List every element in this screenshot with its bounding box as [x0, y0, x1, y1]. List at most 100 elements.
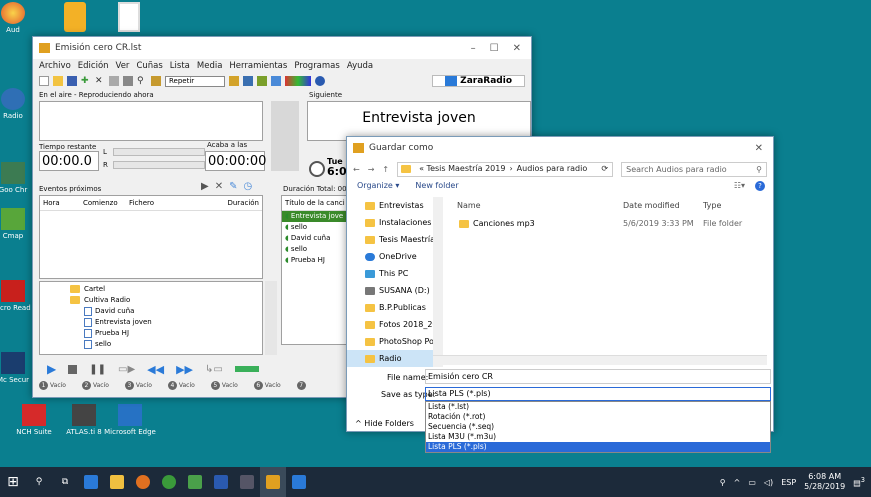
pause-icon[interactable]: ❚❚ — [89, 364, 106, 375]
taskbar-app[interactable] — [260, 467, 286, 497]
search-icon[interactable]: ⚲ — [137, 76, 147, 86]
stop-icon[interactable] — [68, 364, 78, 374]
file-row[interactable]: Canciones mp3 5/6/2019 3:33 PM File fold… — [459, 219, 767, 228]
playlist-item[interactable]: ◖ Entrevista jove — [282, 211, 350, 222]
jingle-slot[interactable]: 2 Vacío — [81, 381, 109, 390]
tool-icon[interactable] — [257, 76, 268, 86]
jingle-slot[interactable]: 6 Vacío — [253, 381, 281, 390]
dialog-close-button[interactable]: ✕ — [755, 143, 763, 154]
col-type[interactable]: Type — [703, 201, 721, 210]
nav-scrollbar[interactable] — [433, 197, 443, 367]
nav-item[interactable]: Fotos 2018_2019 — [347, 316, 443, 333]
menu-item[interactable]: Ayuda — [347, 61, 373, 71]
new-folder-button[interactable]: New folder — [415, 181, 458, 190]
rewind-icon[interactable]: ◀◀ — [147, 363, 164, 376]
playlist-item[interactable]: ◖ Prueba HJ — [282, 255, 350, 266]
taskbar-app[interactable] — [156, 467, 182, 497]
fade-icon[interactable] — [234, 366, 259, 372]
volume-icon[interactable]: ◁) — [764, 478, 773, 487]
breadcrumb[interactable]: « Tesis Maestría 2019 › Audios para radio… — [397, 161, 614, 177]
jingle-slot[interactable]: 7 — [296, 381, 308, 390]
playlist-item[interactable]: ◖ David cuña — [282, 233, 350, 244]
network-icon[interactable]: ▭ — [748, 478, 756, 487]
maximize-button[interactable]: ☐ — [490, 43, 499, 54]
desktop-icon-audio[interactable]: Aud — [0, 2, 38, 34]
tool-icon[interactable] — [271, 76, 282, 86]
horizontal-scrollbar[interactable] — [433, 355, 767, 365]
menu-item[interactable]: Archivo — [39, 61, 71, 71]
tree-item[interactable]: David cuña — [70, 306, 262, 317]
menu-item[interactable]: Lista — [170, 61, 190, 71]
minimize-button[interactable]: – — [471, 43, 476, 54]
back-icon[interactable]: ← — [353, 165, 360, 174]
save-type-option[interactable]: Rotación (*.rot) — [426, 412, 770, 422]
desktop-icon-edge[interactable]: Microsoft Edge — [100, 404, 160, 436]
clock[interactable]: 6:08 AM 5/28/2019 — [804, 472, 845, 492]
desktop-doc-icon[interactable] — [118, 2, 140, 32]
save-type-option[interactable]: Secuencia (*.seq) — [426, 422, 770, 432]
jingle-slot[interactable]: 1 Vacío — [39, 381, 66, 390]
tray-expand-icon[interactable]: ^ — [734, 478, 741, 487]
add-icon[interactable]: ✚ — [81, 76, 91, 86]
nav-item[interactable]: OneDrive — [347, 248, 443, 265]
edit-event-icon[interactable]: ✎ — [229, 181, 237, 192]
play-event-icon[interactable]: ▶ — [201, 181, 209, 192]
task-view-icon[interactable]: ⧉ — [52, 467, 78, 497]
playback-tools-icon[interactable] — [285, 76, 312, 86]
jingle-slot[interactable]: 4 Vacío — [167, 381, 195, 390]
nav-item[interactable]: B.P.Publicas — [347, 299, 443, 316]
delete-icon[interactable]: ✕ — [95, 76, 105, 86]
menu-item[interactable]: Ver — [116, 61, 130, 71]
tree-item[interactable]: Cartel — [70, 284, 262, 295]
taskbar-app[interactable] — [182, 467, 208, 497]
taskbar-app[interactable] — [234, 467, 260, 497]
tree-item[interactable]: Entrevista joven — [70, 317, 262, 328]
help-icon[interactable]: ? — [755, 181, 765, 191]
save-icon[interactable] — [67, 76, 77, 86]
save-type-select[interactable]: Lista PLS (*.pls) — [425, 387, 771, 401]
nav-item[interactable]: Instalaciones — [347, 214, 443, 231]
hide-folders-button[interactable]: ^ Hide Folders — [355, 419, 414, 428]
taskbar-app[interactable] — [104, 467, 130, 497]
col-fichero[interactable]: Fichero — [129, 199, 219, 207]
repeat-select[interactable]: Repetir — [165, 75, 226, 87]
taskbar-app[interactable] — [286, 467, 312, 497]
col-date-modified[interactable]: Date modified — [623, 201, 703, 210]
tree-item[interactable]: sello — [70, 339, 262, 350]
play-icon[interactable]: ▶ — [47, 362, 56, 376]
playlist-item[interactable]: ◖ sello — [282, 222, 350, 233]
save-type-option[interactable]: Lista (*.lst) — [426, 402, 770, 412]
forward-icon[interactable]: ▶▶ — [176, 363, 193, 376]
nav-item[interactable]: Radio — [347, 350, 443, 367]
playlist-header[interactable]: Título de la canci — [282, 196, 350, 211]
notification-icon[interactable]: ▤3 — [853, 476, 865, 488]
tool-icon[interactable] — [243, 76, 254, 86]
col-name[interactable]: Name — [457, 201, 623, 210]
file-name-input[interactable]: Emisión cero CR — [425, 369, 771, 384]
taskbar-app[interactable] — [78, 467, 104, 497]
save-type-option[interactable]: Lista M3U (*.m3u) — [426, 432, 770, 442]
col-duracion[interactable]: Duración — [219, 199, 259, 207]
jingle-slot[interactable]: 3 Vacío — [124, 381, 152, 390]
nav-item[interactable]: Entrevistas — [347, 197, 443, 214]
taskbar-app[interactable] — [208, 467, 234, 497]
menu-item[interactable]: Herramientas — [229, 61, 287, 71]
clock-event-icon[interactable]: ◷ — [243, 181, 252, 192]
col-comienzo[interactable]: Comienzo — [83, 199, 129, 207]
language-indicator[interactable]: ESP — [781, 478, 796, 487]
taskbar-app[interactable] — [130, 467, 156, 497]
menu-item[interactable]: Programas — [294, 61, 340, 71]
jingle-slot[interactable]: 5 Vacío — [210, 381, 238, 390]
close-button[interactable]: ✕ — [513, 43, 521, 54]
up-icon[interactable]: ↑ — [382, 165, 389, 174]
save-type-option[interactable]: Lista PLS (*.pls) — [426, 442, 770, 452]
open-folder-icon[interactable] — [53, 76, 63, 86]
desktop-app-icon[interactable] — [64, 2, 86, 32]
start-button[interactable]: ⊞ — [0, 467, 26, 497]
col-hora[interactable]: Hora — [43, 199, 83, 207]
folder-icon[interactable] — [151, 76, 161, 86]
view-options-icon[interactable]: ☷▾ — [734, 181, 745, 191]
new-file-icon[interactable] — [39, 76, 49, 86]
nav-item[interactable]: This PC — [347, 265, 443, 282]
tree-item[interactable]: Cultiva Radio — [70, 295, 262, 306]
